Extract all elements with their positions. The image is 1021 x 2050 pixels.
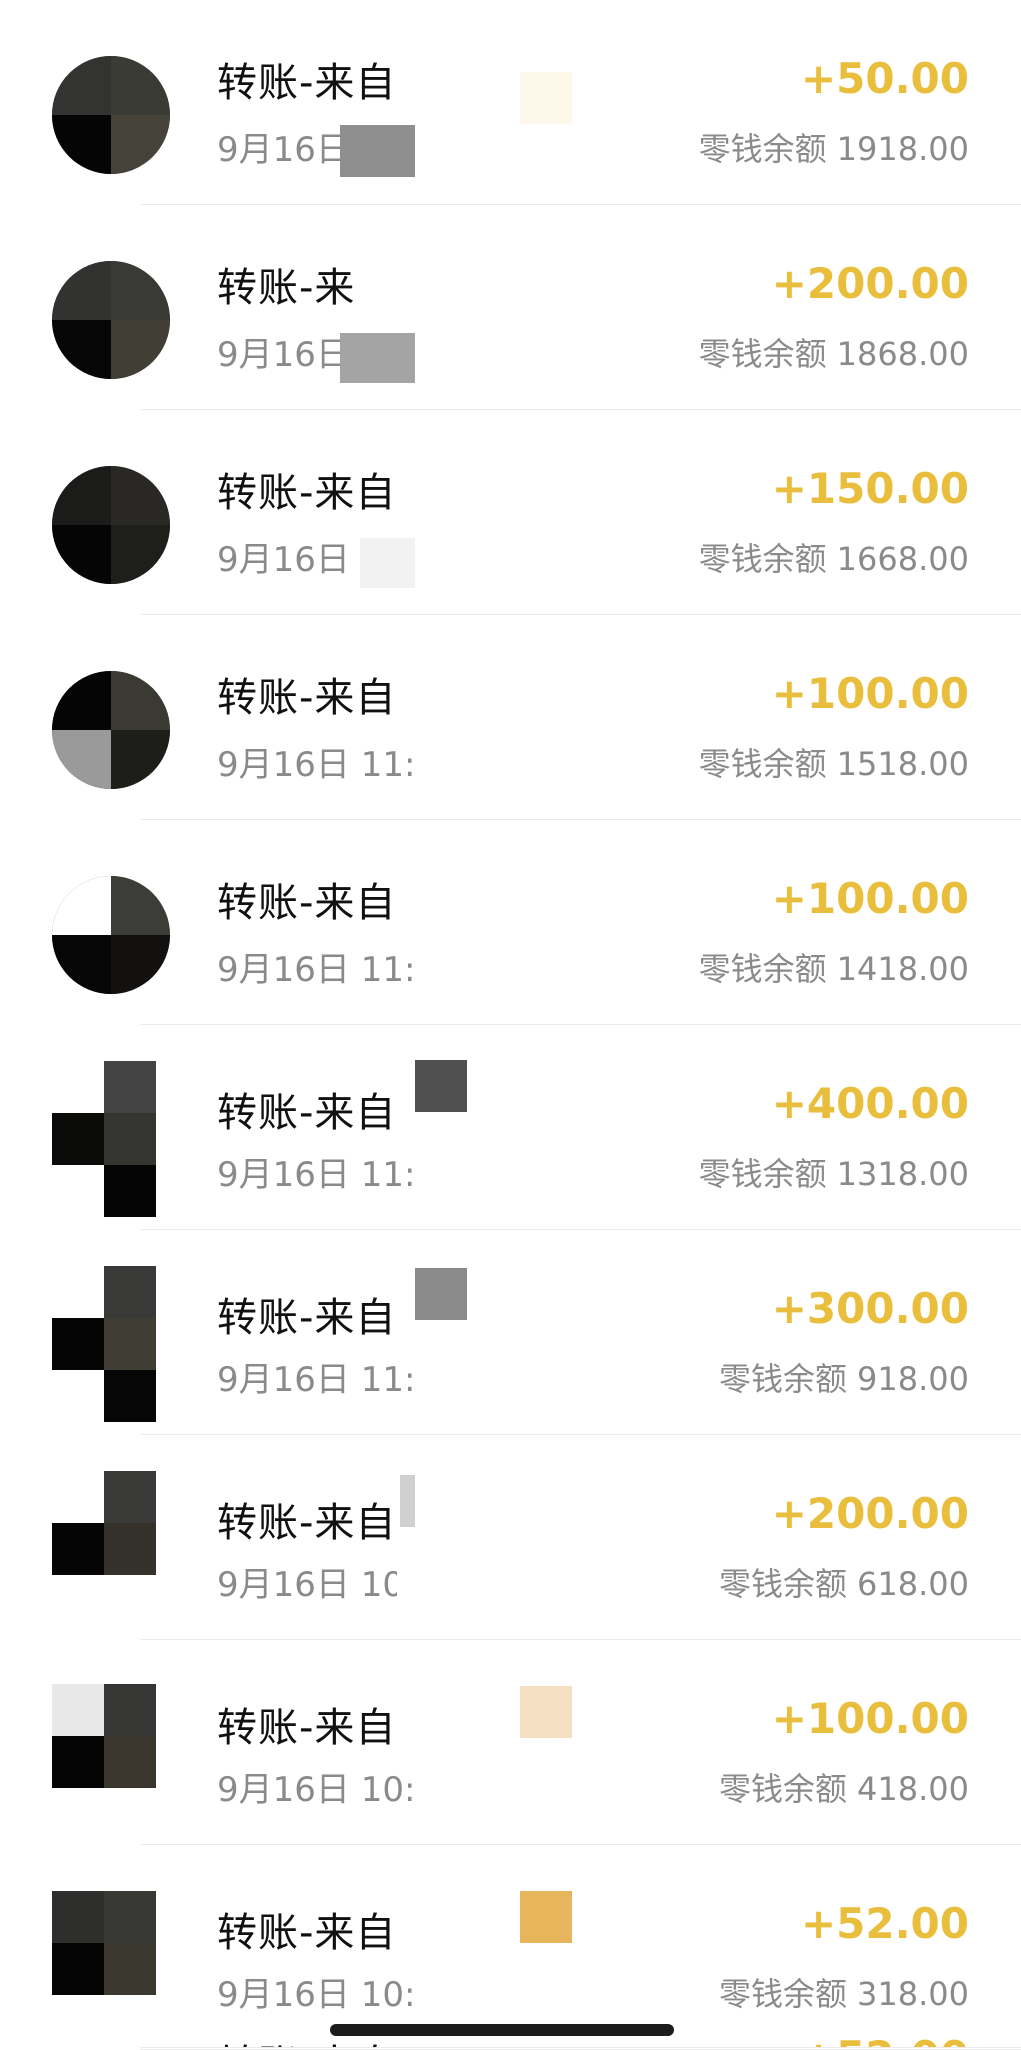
privacy-mosaic	[520, 72, 572, 124]
transaction-time: 9月16日 11:4	[217, 745, 417, 785]
home-indicator[interactable]	[330, 2024, 674, 2036]
transaction-title: 转账-来自	[217, 1500, 397, 1546]
transaction-amount: +300.00	[771, 1284, 969, 1333]
transaction-row[interactable]: 转账-来自 9月16日 10:0 +52.00 零钱余额 318.00	[0, 1845, 1021, 2050]
wallet-balance-label: 零钱余额	[719, 1360, 848, 1398]
transaction-row[interactable]: 转账-来自 9月16日 11:4 +400.00 零钱余额 1318.00	[0, 1025, 1021, 1230]
avatar	[52, 1061, 170, 1219]
transaction-title: 转账-来自	[217, 1090, 397, 1136]
transaction-row[interactable]: 转账-来自 9月16日 11:42 +300.00 零钱余额918.00	[0, 1230, 1021, 1435]
transaction-title: 转账-来自	[217, 1910, 397, 1956]
wallet-balance: 零钱余额 1518.00	[699, 739, 969, 785]
wallet-balance-label: 零钱余额	[719, 1770, 848, 1808]
wallet-balance: 零钱余额 1418.00	[699, 944, 969, 990]
transaction-title: 转账-来自	[217, 470, 397, 516]
transaction-time: 9月16日 10	[217, 1565, 397, 1605]
wallet-balance-label: 零钱余额	[698, 540, 827, 578]
avatar	[52, 466, 170, 584]
wallet-balance: 零钱余额 1668.00	[699, 534, 969, 580]
transaction-amount: +200.00	[771, 259, 969, 308]
transaction-time: 9月16日 11:4	[217, 950, 417, 990]
transaction-amount: +52.00	[800, 1899, 969, 1948]
wallet-balance-value: 318.00	[857, 1975, 969, 2013]
privacy-mosaic	[360, 538, 415, 588]
transaction-time: 9月16日 11:42	[217, 1360, 417, 1400]
transaction-time: 9月16日 11:4	[217, 1155, 417, 1195]
transaction-title: 转账-来自	[217, 60, 397, 106]
avatar	[52, 876, 170, 994]
wallet-balance-value: 1418.00	[836, 950, 969, 988]
wallet-balance-label: 零钱余额	[698, 335, 827, 373]
wallet-balance-label: 零钱余额	[698, 950, 827, 988]
avatar	[52, 671, 170, 789]
wallet-balance: 零钱余额 318.00	[719, 1969, 969, 2015]
transaction-title: 转账-来自	[217, 675, 397, 721]
wallet-balance-value: 618.00	[857, 1565, 969, 1603]
avatar	[52, 1684, 170, 1802]
transaction-amount: +100.00	[771, 1694, 969, 1743]
wallet-balance-label: 零钱余额	[698, 1155, 827, 1193]
wallet-balance-label: 零钱余额	[719, 1975, 848, 2013]
wallet-balance: 零钱余额 918.00	[719, 1354, 969, 1400]
privacy-mosaic	[415, 1268, 467, 1320]
transaction-amount: +50.00	[800, 54, 969, 103]
avatar	[52, 56, 170, 174]
wallet-balance-value: 1518.00	[836, 745, 969, 783]
transaction-title: 转账-来自	[217, 1295, 397, 1341]
transaction-amount: +150.00	[771, 464, 969, 513]
transaction-title: 转账-来	[217, 265, 356, 311]
transaction-amount: +52.00	[801, 2032, 969, 2048]
transaction-row[interactable]: 转账-来自 9月16日 11:4 +100.00 零钱余额 1518.00	[0, 615, 1021, 820]
transaction-title: 转账-来自	[217, 1705, 397, 1751]
wallet-balance-value: 418.00	[857, 1770, 969, 1808]
transaction-time: 9月16日 10:0	[217, 1975, 417, 2015]
wallet-balance: 零钱余额 1318.00	[699, 1149, 969, 1195]
transaction-title: 转账-来自	[217, 880, 397, 926]
wallet-balance-value: 918.00	[857, 1360, 969, 1398]
wallet-balance: 零钱余额 618.00	[719, 1559, 969, 1605]
transaction-time: 9月16日 1	[217, 540, 367, 580]
avatar	[52, 261, 170, 379]
privacy-mosaic	[340, 125, 415, 177]
transaction-amount: +200.00	[771, 1489, 969, 1538]
transaction-row[interactable]: 转账-来自 9月16日 10 +200.00 零钱余额 618.00	[0, 1435, 1021, 1640]
transaction-row[interactable]: 转账-来 9月16日 +200.00 零钱余额 1868.00	[0, 205, 1021, 410]
wallet-balance-label: 零钱余额	[719, 1565, 848, 1603]
transaction-row[interactable]: 转账-来自 9月16日 1 +150.00 零钱余额 1668.00	[0, 410, 1021, 615]
transaction-amount: +400.00	[771, 1079, 969, 1128]
transaction-amount: +100.00	[771, 874, 969, 923]
wallet-balance-value: 1668.00	[836, 540, 969, 578]
transaction-time: 9月16日 10:2	[217, 1770, 417, 1810]
wallet-balance: 零钱余额 1918.00	[699, 124, 969, 170]
privacy-mosaic	[520, 1686, 572, 1738]
transaction-amount: +100.00	[771, 669, 969, 718]
transaction-row[interactable]: 转账-来自 9月16日 10:2 +100.00 零钱余额 418.00	[0, 1640, 1021, 1845]
transaction-list: 转账-来自 9月16日 1 +50.00 零钱余额 1918.00 转账-来 9月…	[0, 0, 1021, 2050]
transaction-row[interactable]: 转账-来自 9月16日 11:4 +100.00 零钱余额 1418.00	[0, 820, 1021, 1025]
wallet-balance-label: 零钱余额	[698, 130, 827, 168]
wallet-balance-label: 零钱余额	[698, 745, 827, 783]
wallet-balance: 零钱余额 1868.00	[699, 329, 969, 375]
privacy-mosaic	[415, 1060, 467, 1112]
wallet-balance: 零钱余额 418.00	[719, 1764, 969, 1810]
avatar	[52, 1266, 170, 1424]
wallet-balance-value: 1868.00	[836, 335, 969, 373]
privacy-mosaic	[340, 333, 415, 383]
wallet-balance-value: 1918.00	[836, 130, 969, 168]
transaction-row[interactable]: 转账-来自 9月16日 1 +50.00 零钱余额 1918.00	[0, 0, 1021, 205]
privacy-mosaic	[520, 1891, 572, 1943]
avatar	[52, 1471, 170, 1629]
avatar	[52, 1891, 170, 2009]
wallet-balance-value: 1318.00	[836, 1155, 969, 1193]
